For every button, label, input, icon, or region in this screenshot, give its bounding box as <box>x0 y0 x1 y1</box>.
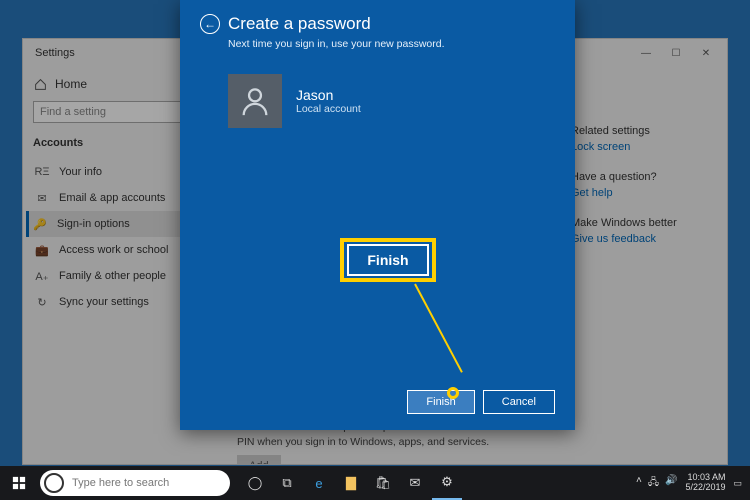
dialog-header: ← Create a password <box>200 14 555 34</box>
store-icon[interactable]: 🛍 <box>368 466 398 500</box>
search-placeholder: Type here to search <box>72 477 169 489</box>
key-icon: 🔑 <box>33 217 47 231</box>
mail-icon: ✉ <box>35 191 49 205</box>
better-heading: Make Windows better <box>571 217 705 229</box>
window-controls: — ☐ ✕ <box>631 43 721 63</box>
taskview-icon[interactable]: ⧉ <box>272 466 302 500</box>
nav-label: Your info <box>59 166 102 178</box>
taskbar-apps: ◯ ⧉ e ▇ 🛍 ✉ ⚙ <box>240 466 462 500</box>
cortana-mic-icon[interactable]: ◯ <box>240 466 270 500</box>
highlight-finish-label: Finish <box>347 244 428 276</box>
right-panel: Related settings Lock screen Have a ques… <box>563 75 713 456</box>
question-heading: Have a question? <box>571 171 705 183</box>
network-icon[interactable]: 🖧 <box>648 475 659 492</box>
nav-label: Family & other people <box>59 270 166 282</box>
briefcase-icon: 💼 <box>35 243 49 257</box>
dialog-buttons: Finish Cancel <box>407 390 555 414</box>
sync-icon: ↻ <box>35 295 49 309</box>
finish-button[interactable]: Finish <box>407 390 474 414</box>
chevron-up-icon[interactable]: ˄ <box>636 475 642 492</box>
user-text: Jason Local account <box>296 87 361 115</box>
window-title: Settings <box>29 47 75 59</box>
callout-pointer-dot <box>447 387 459 399</box>
start-button[interactable] <box>0 466 38 500</box>
settings-icon[interactable]: ⚙ <box>432 466 462 500</box>
family-icon: A₊ <box>35 269 49 283</box>
minimize-button[interactable]: — <box>631 43 661 63</box>
dialog-title: Create a password <box>228 14 371 34</box>
create-password-dialog: ← Create a password Next time you sign i… <box>180 0 575 430</box>
highlight-callout: Finish <box>340 238 436 282</box>
nav-label: Access work or school <box>59 244 168 256</box>
maximize-button[interactable]: ☐ <box>661 43 691 63</box>
nav-label: Email & app accounts <box>59 192 165 204</box>
explorer-icon[interactable]: ▇ <box>336 466 366 500</box>
edge-icon[interactable]: e <box>304 466 334 500</box>
cancel-button[interactable]: Cancel <box>483 390 555 414</box>
user-block: Jason Local account <box>228 74 555 128</box>
action-center-icon[interactable]: ▭ <box>733 478 742 489</box>
mail-icon[interactable]: ✉ <box>400 466 430 500</box>
taskbar: Type here to search ◯ ⧉ e ▇ 🛍 ✉ ⚙ ˄ 🖧 🔊 … <box>0 466 750 500</box>
user-name: Jason <box>296 87 361 103</box>
home-label: Home <box>55 77 87 91</box>
system-tray: ˄ 🖧 🔊 10:03 AM 5/22/2019 ▭ <box>636 473 750 493</box>
nav-label: Sign-in options <box>57 218 130 230</box>
add-pin-button[interactable]: Add <box>237 455 281 464</box>
tray-icons[interactable]: ˄ 🖧 🔊 <box>636 475 677 492</box>
person-icon: RΞ <box>35 165 49 179</box>
user-account-type: Local account <box>296 103 361 115</box>
back-button[interactable]: ← <box>200 14 220 34</box>
dialog-subtitle: Next time you sign in, use your new pass… <box>228 38 555 50</box>
avatar <box>228 74 282 128</box>
clock[interactable]: 10:03 AM 5/22/2019 <box>685 473 725 493</box>
lock-screen-link[interactable]: Lock screen <box>571 141 705 153</box>
close-button[interactable]: ✕ <box>691 43 721 63</box>
volume-icon[interactable]: 🔊 <box>665 475 677 492</box>
home-icon <box>33 77 47 91</box>
cortana-icon <box>44 473 64 493</box>
feedback-link[interactable]: Give us feedback <box>571 233 705 245</box>
taskbar-search[interactable]: Type here to search <box>40 470 230 496</box>
nav-label: Sync your settings <box>59 296 149 308</box>
related-heading: Related settings <box>571 125 705 137</box>
get-help-link[interactable]: Get help <box>571 187 705 199</box>
date: 5/22/2019 <box>685 483 725 493</box>
